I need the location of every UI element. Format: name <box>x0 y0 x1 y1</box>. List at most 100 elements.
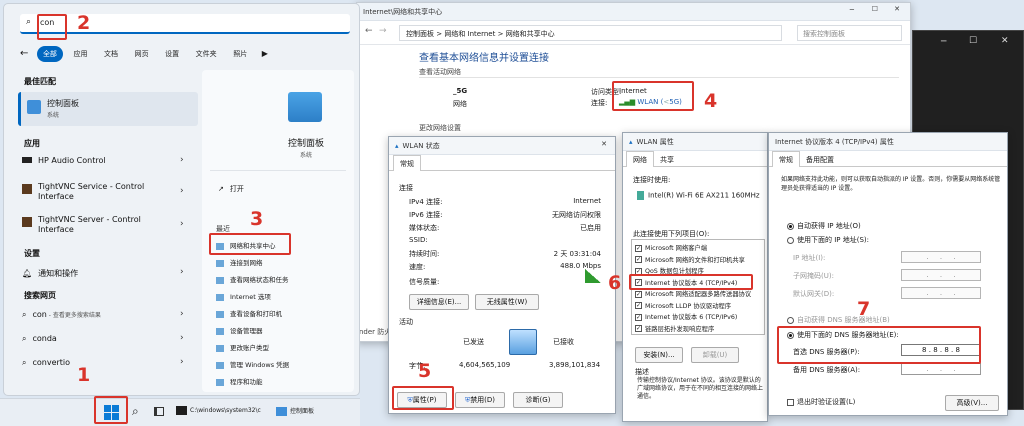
best-match-header: 最佳匹配 <box>24 77 56 86</box>
search-input[interactable]: 搜索控制面板 <box>797 25 902 41</box>
minimize-icon[interactable]: ─ <box>941 37 946 47</box>
recent-item[interactable]: 设备管理器 <box>216 325 263 335</box>
protocol-item[interactable]: ✓ Microsoft 网络的文件和打印机共享 <box>635 255 745 264</box>
alternate-dns-field[interactable]: . . . <box>901 363 981 375</box>
alternate-dns-label: 备用 DNS 服务器(A): <box>793 366 861 374</box>
close-icon[interactable]: ✕ <box>601 140 607 148</box>
app-item-hp-audio[interactable]: HP Audio Control <box>22 156 106 165</box>
chevron-right-icon[interactable]: › <box>180 186 184 196</box>
breadcrumb-item[interactable]: 网络和共享中心 <box>506 30 555 38</box>
subnet-mask-field[interactable]: . . . <box>901 269 981 281</box>
web-item[interactable]: ⌕ conda <box>22 334 57 344</box>
search-icon[interactable]: ⌕ <box>132 404 139 419</box>
filter-all[interactable]: 全部 <box>36 46 63 62</box>
dialog-title: ▴ WLAN 属性 <box>623 133 767 151</box>
taskbar-cmd[interactable]: C:\windows\system32\c <box>176 406 261 415</box>
tab-general[interactable]: 常规 <box>772 151 800 167</box>
checkbox-icon[interactable]: ✓ <box>635 302 642 309</box>
dialog-title: ▴ WLAN 状态 ✕ <box>389 137 615 155</box>
breadcrumb-item[interactable]: 网络和 Internet <box>444 30 495 38</box>
protocol-item[interactable]: ✓ Microsoft 网络客户端 <box>635 243 707 252</box>
recent-item[interactable]: 查看网络状态和任务 <box>216 274 289 284</box>
forward-arrow-icon[interactable]: → <box>379 26 387 36</box>
protocol-item[interactable]: ✓ Microsoft 网络适配器多路传送器协议 <box>635 289 751 298</box>
details-button[interactable]: 详细信息(E)... <box>409 294 469 310</box>
chevron-right-icon[interactable]: › <box>180 309 184 319</box>
tab-general[interactable]: 常规 <box>393 155 421 171</box>
chevron-right-icon[interactable]: › <box>180 267 184 277</box>
auto-dns-label: 自动获得 DNS 服务器地址(B) <box>797 316 890 324</box>
auto-ip-radio[interactable]: 自动获得 IP 地址(O) <box>787 221 861 231</box>
protocol-item[interactable]: ✓ Microsoft LLDP 协议驱动程序 <box>635 301 731 310</box>
annotation-number: 4 <box>704 90 718 112</box>
disable-button[interactable]: ⛨禁用(D) <box>455 392 505 408</box>
recent-item[interactable]: 连接到网络 <box>216 257 263 267</box>
checkbox-icon[interactable]: ✓ <box>635 313 642 321</box>
validate-checkbox[interactable]: 退出时验证设置(L) <box>787 397 855 407</box>
signal-bars-icon <box>585 269 601 283</box>
chevron-right-icon[interactable]: › <box>180 219 184 229</box>
minimize-icon[interactable]: ─ <box>850 6 854 14</box>
breadcrumb-item[interactable]: 控制面板 <box>406 30 434 38</box>
open-action[interactable]: ↗ 打开 <box>218 184 244 194</box>
network-name: _5G <box>453 87 468 95</box>
protocol-label: Microsoft 网络客户端 <box>645 245 708 252</box>
maximize-icon[interactable]: ☐ <box>969 36 977 46</box>
diagnose-button[interactable]: 诊断(G) <box>513 392 563 408</box>
recent-item[interactable]: Internet 选项 <box>216 291 271 301</box>
auto-dns-radio[interactable]: 自动获得 DNS 服务器地址(B) <box>787 315 890 325</box>
taskbar-control-panel[interactable]: 控制面板 <box>276 406 314 416</box>
protocol-item[interactable]: ✓ 链路层拓扑发现响应程序 <box>635 324 714 333</box>
chevron-right-icon[interactable]: › <box>180 357 184 367</box>
back-arrow-icon[interactable]: ← <box>20 48 28 59</box>
filter-folders[interactable]: 文件夹 <box>190 46 223 62</box>
search-box[interactable]: ⌕ con <box>20 14 350 34</box>
manual-ip-radio[interactable]: 使用下面的 IP 地址(S): <box>787 235 869 245</box>
maximize-icon[interactable]: ☐ <box>872 5 878 13</box>
web-item[interactable]: ⌕ convertio <box>22 358 70 368</box>
filter-settings[interactable]: 设置 <box>159 46 185 62</box>
close-icon[interactable]: ✕ <box>1001 36 1009 46</box>
protocol-item[interactable]: ✓ Internet 协议版本 6 (TCP/IPv6) <box>635 312 737 321</box>
checkbox-icon[interactable]: ✓ <box>635 290 642 298</box>
gateway-field[interactable]: . . . <box>901 287 981 299</box>
app-item-tightvnc-server[interactable]: TightVNC Server - Control Interface <box>22 215 172 235</box>
ip-address-field[interactable]: . . . <box>901 251 981 263</box>
settings-item-notifications[interactable]: 🔔︎ 通知和操作 <box>22 268 78 279</box>
breadcrumb[interactable]: 控制面板 > 网络和 Internet > 网络和共享中心 <box>399 25 782 41</box>
recent-label: 程序和功能 <box>230 378 263 386</box>
tab-bar: 常规 <box>389 155 615 171</box>
recent-item[interactable]: 查看设备和打印机 <box>216 308 282 318</box>
checkbox-icon[interactable]: ✓ <box>635 244 642 252</box>
close-icon[interactable]: ✕ <box>894 5 900 13</box>
filter-apps[interactable]: 应用 <box>67 46 93 62</box>
tab-network[interactable]: 网络 <box>626 151 654 167</box>
wireless-props-button[interactable]: 无线属性(W) <box>475 294 539 310</box>
best-match-item[interactable]: 控制面板 系统 <box>18 92 198 126</box>
web-item[interactable]: ⌕ con - 查看更多搜索结果 <box>22 310 101 320</box>
filter-documents[interactable]: 文档 <box>98 46 124 62</box>
recent-item[interactable]: 更改账户类型 <box>216 342 269 352</box>
best-match-name: 控制面板 <box>47 99 79 108</box>
status-key: 持续时间: <box>409 250 440 258</box>
preview-pane: 控制面板 系统 ↗ 打开 最近 网络和共享中心 连接到网络 查看网络状态和任务 Inte… <box>202 70 354 392</box>
tab-alternate[interactable]: 备用配置 <box>800 152 840 168</box>
app-item-tightvnc-service[interactable]: TightVNC Service - Control Interface <box>22 182 172 202</box>
recent-item[interactable]: 管理 Windows 凭据 <box>216 359 289 369</box>
filter-photos[interactable]: 照片 <box>227 46 253 62</box>
task-view-icon[interactable] <box>154 407 164 416</box>
more-filters-icon[interactable]: ▶ <box>262 49 268 58</box>
tab-sharing[interactable]: 共享 <box>654 152 680 168</box>
filter-web[interactable]: 网页 <box>129 46 155 62</box>
back-arrow-icon[interactable]: ← <box>365 26 373 36</box>
protocol-label: Microsoft 网络适配器多路传送器协议 <box>645 291 752 298</box>
install-button[interactable]: 安装(N)... <box>635 347 683 363</box>
uninstall-button[interactable]: 卸载(U) <box>691 347 739 363</box>
chevron-right-icon[interactable]: › <box>180 155 184 165</box>
checkbox-icon[interactable]: ✓ <box>635 256 642 263</box>
chevron-right-icon[interactable]: › <box>180 333 184 343</box>
app-label: HP Audio Control <box>38 156 106 165</box>
advanced-button[interactable]: 高级(V)... <box>945 395 999 411</box>
recent-item[interactable]: 程序和功能 <box>216 376 263 386</box>
checkbox-icon[interactable]: ✓ <box>635 325 642 332</box>
